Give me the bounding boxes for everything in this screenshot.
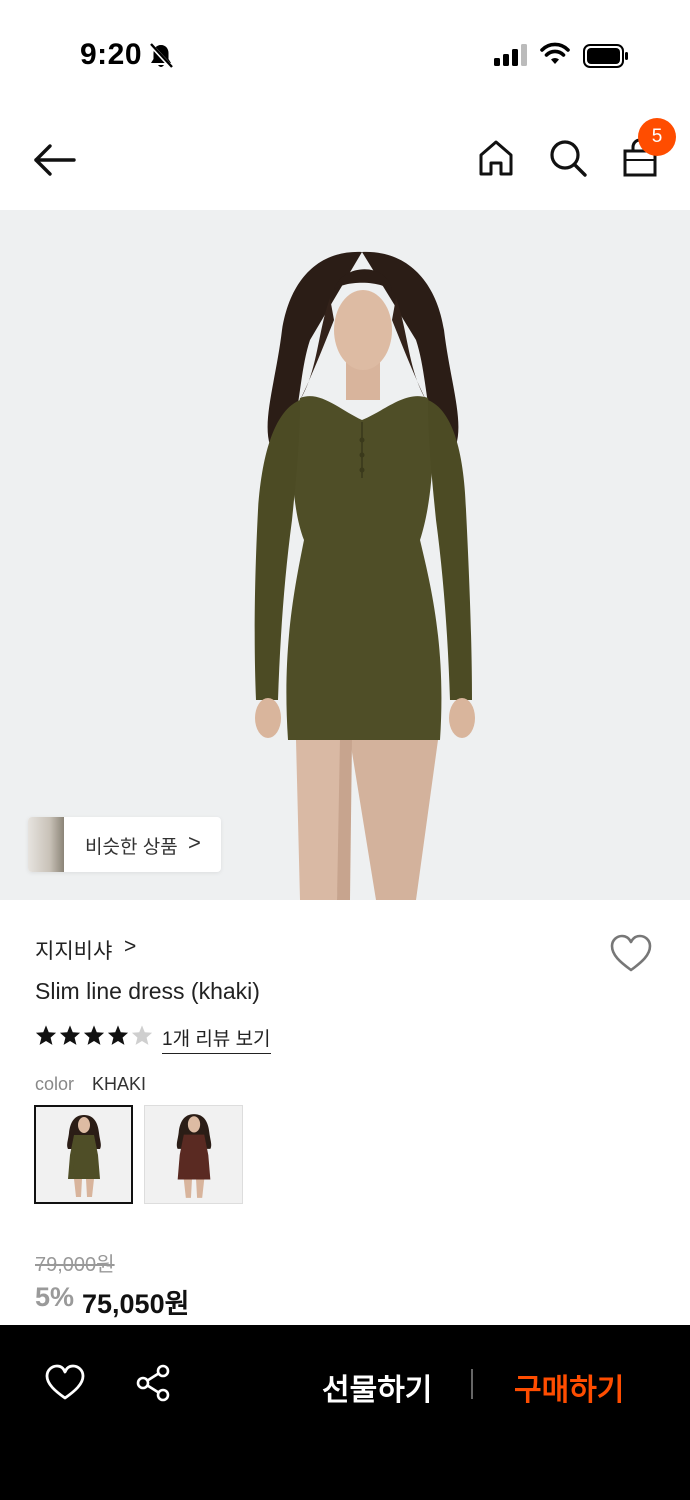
- back-arrow-icon: [34, 144, 76, 176]
- share-icon: [136, 1364, 170, 1402]
- product-title: Slim line dress (khaki): [35, 978, 260, 1004]
- status-time: 9:20: [80, 38, 143, 71]
- star-empty-icon: [131, 1025, 153, 1045]
- similar-products-thumbnail: [28, 817, 64, 872]
- status-bar: 9:20: [0, 0, 690, 110]
- color-swatch-khaki[interactable]: [34, 1105, 133, 1204]
- back-button[interactable]: [30, 138, 80, 182]
- star-filled-icon: [59, 1025, 81, 1045]
- similar-products-label: 비슷한 상품: [85, 837, 178, 858]
- search-button[interactable]: [546, 136, 590, 180]
- chevron-right-icon: >: [124, 935, 137, 958]
- star-filled-icon: [83, 1025, 105, 1045]
- heart-outline-icon: [45, 1364, 85, 1400]
- heart-outline-icon: [610, 934, 652, 972]
- product-hero-image[interactable]: 비슷한 상품 >: [0, 210, 690, 900]
- home-icon: [479, 140, 513, 176]
- buy-button[interactable]: 구매하기: [514, 1365, 624, 1409]
- search-icon: [550, 140, 587, 177]
- signal-icon: [494, 44, 530, 71]
- wishlist-button[interactable]: [608, 932, 654, 976]
- review-link[interactable]: 1개 리뷰 보기: [162, 1024, 271, 1054]
- color-value: KHAKI: [92, 1074, 147, 1094]
- gift-button[interactable]: 선물하기: [322, 1365, 432, 1409]
- top-nav: [0, 110, 690, 210]
- rating-stars: [35, 1023, 155, 1049]
- model-photo: [254, 251, 475, 900]
- share-button[interactable]: [134, 1363, 174, 1403]
- similar-products-button[interactable]: 비슷한 상품 >: [28, 817, 221, 872]
- color-label: color: [35, 1074, 75, 1094]
- bell-mute-icon: [148, 42, 174, 75]
- cart-count-badge: 5: [638, 118, 676, 156]
- discount-rate: 5%: [35, 1282, 75, 1312]
- divider: [471, 1369, 473, 1399]
- home-button[interactable]: [474, 136, 518, 180]
- wifi-icon: [540, 42, 570, 71]
- like-button[interactable]: [44, 1363, 86, 1403]
- brand-link[interactable]: 지지비샤: [35, 935, 112, 965]
- color-swatch-brown[interactable]: [144, 1105, 243, 1204]
- swatch-thumbnail: [176, 1114, 212, 1198]
- battery-icon: [583, 44, 629, 73]
- chevron-right-icon: >: [188, 830, 201, 855]
- sale-price: 75,050원: [82, 1289, 190, 1319]
- bottom-action-bar: 선물하기 구매하기: [0, 1325, 690, 1500]
- star-filled-icon: [107, 1025, 129, 1045]
- star-filled-icon: [35, 1025, 57, 1045]
- original-price: 79,000원: [35, 1254, 115, 1276]
- swatch-thumbnail: [67, 1115, 101, 1197]
